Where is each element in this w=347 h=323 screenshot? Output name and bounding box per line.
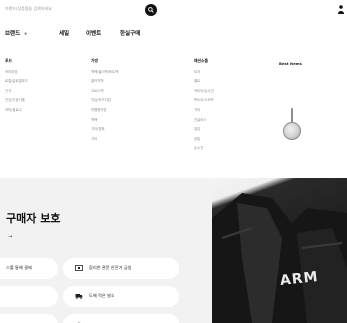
banner-photo[interactable] [212,178,347,323]
menu-link[interactable]: 벨트 [194,79,214,83]
protection-card[interactable] [0,286,58,307]
menu-column-heading[interactable]: 푸드 [5,58,28,64]
main-nav: 브랜드 ▼ 세일 이벤트 한실구매 [0,22,347,42]
menu-column-heading[interactable]: 가방 [91,58,118,64]
menu-link[interactable]: 여행용가방 [91,108,118,112]
menu-link[interactable]: 건강/가공식품 [5,98,28,102]
menu-link[interactable]: 로컬/글로벌푸드 [5,79,28,83]
menu-link[interactable]: 선글라스 [194,118,214,122]
protection-card[interactable] [63,314,179,323]
menu-link[interactable]: 넥타이/손수건 [194,89,214,93]
menu-column-food: 푸드 프리미엄 로컬/글로벌푸드 간식 건강/가공식품 커피/음료수 [5,58,28,118]
protection-card[interactable]: 합리한 관문 안전거 금칭 [63,258,179,279]
search-icon [148,7,154,13]
menu-link[interactable]: 목도리/스카프 [194,98,214,102]
protection-card[interactable] [0,314,58,323]
protection-card-label: 합리한 관문 안전거 금칭 [89,265,132,270]
protection-card[interactable]: 도해 적은 발소 [63,286,179,307]
protection-card-label: 스를 통해 결제 [6,265,32,270]
best-items-heading: Best Items [279,61,302,66]
menu-link[interactable]: 손수건 [194,146,214,150]
menu-column-fashion-accessories: 패션소품 모자 벨트 넥타이/손수건 목도리/스카프 기타 선글라스 장갑 양말… [194,58,214,156]
product-image[interactable] [283,122,301,140]
section-title: 구매자 보호 [6,212,61,225]
truck-icon [75,294,83,299]
mega-menu: 푸드 프리미엄 로컬/글로벌푸드 간식 건강/가공식품 커피/음료수 가방 백팩… [0,42,347,198]
chevron-down-icon: ▼ [24,31,27,36]
jacket-illustration [212,193,347,323]
nav-item-label: 브랜드 [5,31,21,37]
protection-card[interactable]: 스를 통해 결제 [0,258,58,279]
menu-link[interactable]: 기타 [194,108,214,112]
protection-card-label: 도해 적은 발소 [89,293,115,298]
menu-link[interactable]: 간식 [5,89,28,93]
menu-link[interactable]: 장갑 [194,127,214,131]
menu-link[interactable]: 기타 [91,137,118,141]
menu-column-heading[interactable]: 패션소품 [194,58,214,64]
menu-link[interactable]: 클러치백 [91,79,118,83]
menu-link[interactable]: 크로스백 [91,89,118,93]
menu-link[interactable]: 커피/음료수 [5,108,28,112]
product-image-handle [291,108,293,123]
buyer-protection-section: 구매자 보호 → 스를 통해 결제 합리한 관문 안전거 금칭 도해 적은 발소 [0,178,347,323]
menu-link[interactable]: 양말 [194,137,214,141]
nav-item-sale[interactable]: 세일 [59,29,69,37]
menu-link[interactable]: 모자 [194,70,214,74]
menu-link[interactable]: 지갑/카드지갑 [91,98,118,102]
nav-item-direct-purchase[interactable]: 한실구매 [120,29,140,37]
menu-link[interactable]: 백팩/숄더백/토트백 [91,70,118,74]
user-icon[interactable] [338,5,344,14]
menu-link[interactable]: 프리미엄 [5,70,28,74]
top-bar: 브랜드/상품명을 검색하세요 [0,0,347,22]
menu-link[interactable]: 기타/잡화 [91,127,118,131]
arrow-right-icon[interactable]: → [8,234,12,240]
nav-item-event[interactable]: 이벤트 [86,29,101,37]
nav-item-brand[interactable]: 브랜드 ▼ [5,29,27,37]
menu-column-bags: 가방 백팩/숄더백/토트백 클러치백 크로스백 지갑/카드지갑 여행용가방 백팩… [91,58,118,146]
menu-link[interactable]: 백팩 [91,118,118,122]
search-input[interactable]: 브랜드/상품명을 검색하세요 [5,6,52,12]
search-button[interactable] [145,4,157,16]
shield-icon [75,265,83,271]
